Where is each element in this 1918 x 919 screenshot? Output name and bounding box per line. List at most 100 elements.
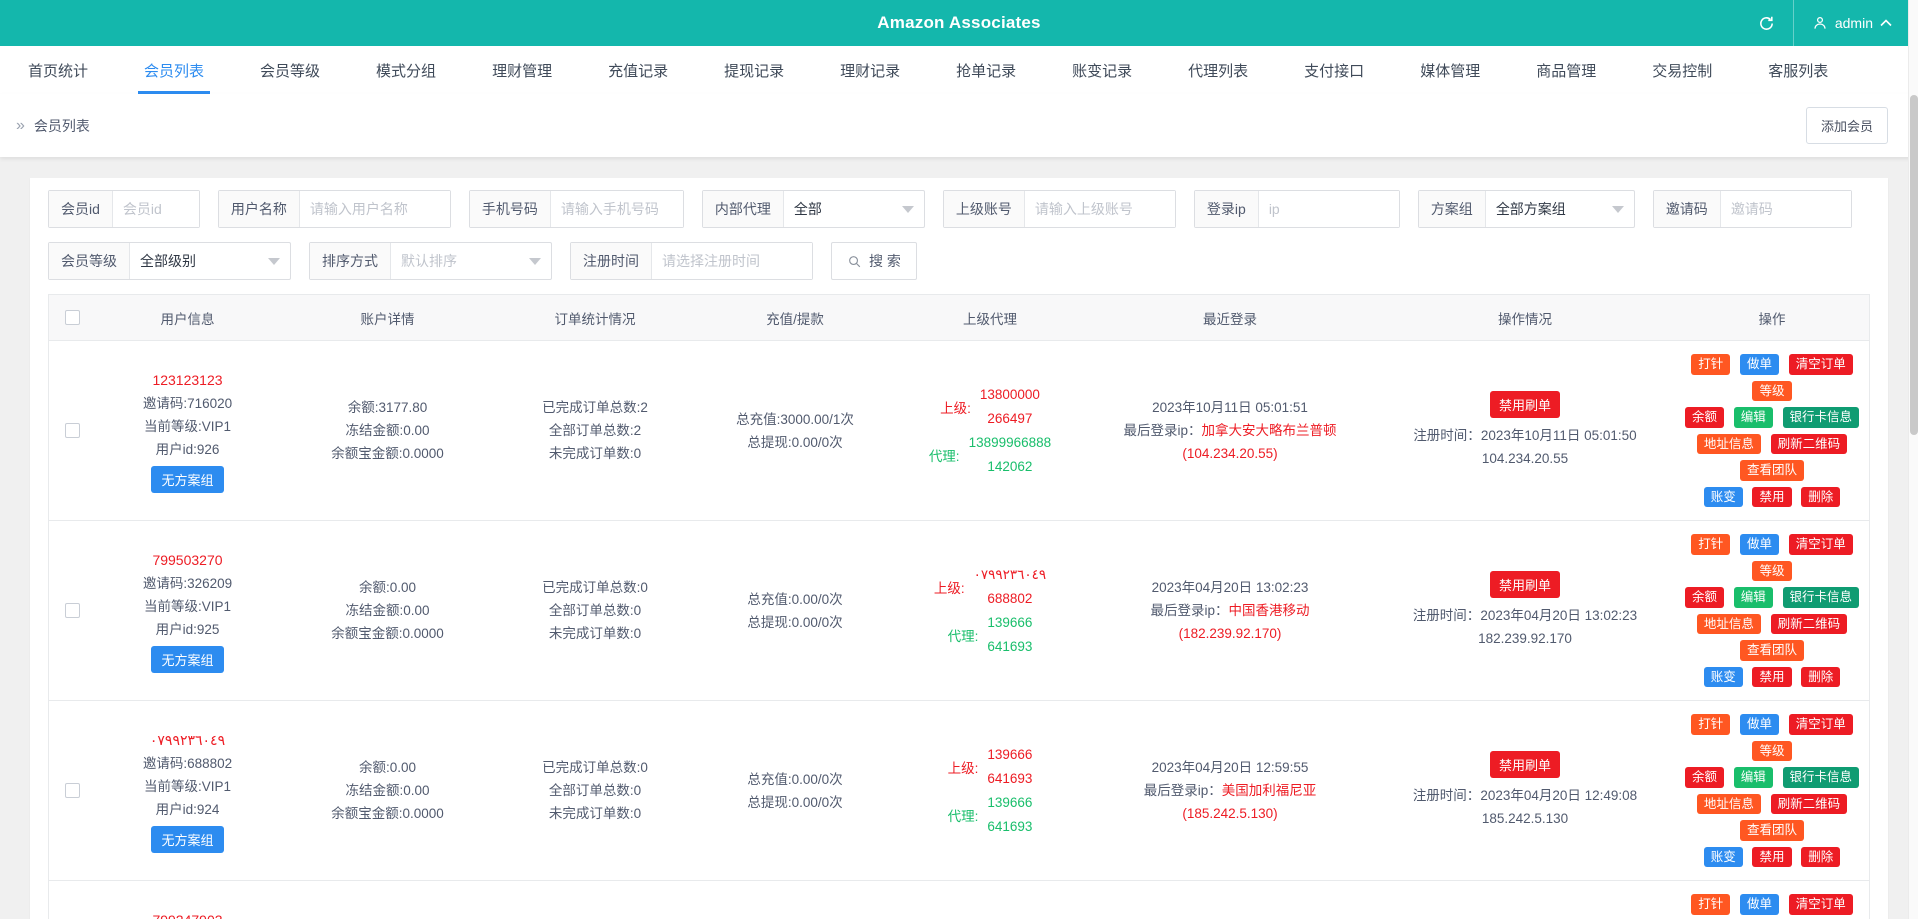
scrollbar-thumb[interactable] [1910,95,1918,435]
row-checkbox[interactable] [65,783,80,798]
col-header-account: 账户详情 [280,308,495,328]
member-level: 当前等级:VIP1 [99,415,276,438]
header-actions: admin [1741,0,1918,46]
nav-tab[interactable]: 理财记录 [812,46,928,94]
user-menu[interactable]: admin [1812,15,1892,31]
action-button[interactable]: 删除 [1801,847,1840,868]
nav-tab[interactable]: 媒体管理 [1392,46,1508,94]
nav-tab[interactable]: 提现记录 [696,46,812,94]
action-button[interactable]: 做单 [1740,714,1779,735]
action-button[interactable]: 银行卡信息 [1783,767,1860,788]
action-button[interactable]: 查看团队 [1740,640,1804,661]
nav-tab[interactable]: 客服列表 [1740,46,1856,94]
plan-group-badge[interactable]: 无方案组 [151,646,223,673]
nav-tab[interactable]: 会员等级 [232,46,348,94]
action-button[interactable]: 余额 [1685,767,1724,788]
member-username[interactable]: ٠٧٩٩٢٣٦٠٤٩ [99,728,276,752]
select-all-checkbox[interactable] [65,310,80,325]
action-button[interactable]: 禁用 [1752,847,1791,868]
plan-group-badge[interactable]: 无方案组 [151,466,223,493]
nav-tab[interactable]: 模式分组 [348,46,464,94]
action-button[interactable]: 编辑 [1734,587,1773,608]
nav-tab[interactable]: 抢单记录 [928,46,1044,94]
action-button[interactable]: 地址信息 [1697,794,1761,815]
nav-tab[interactable]: 商品管理 [1508,46,1624,94]
action-button[interactable]: 刷新二维码 [1771,434,1848,455]
action-button[interactable]: 等级 [1752,741,1791,762]
invite-code: 邀请码:326209 [99,572,276,595]
last-login-location: 加拿大安大略布兰普顿 [1202,423,1337,438]
action-button[interactable]: 禁用 [1752,487,1791,508]
orders-undone: 未完成订单数:0 [499,802,691,825]
add-member-button[interactable]: 添加会员 [1806,107,1888,144]
action-button[interactable]: 做单 [1740,534,1779,555]
nav-tab[interactable]: 会员列表 [116,46,232,94]
orders-undone: 未完成订单数:0 [499,622,691,645]
nav-tab[interactable]: 账变记录 [1044,46,1160,94]
action-button[interactable]: 账变 [1704,847,1743,868]
sort-select[interactable]: 默认排序 [391,243,551,279]
action-button[interactable]: 清空订单 [1789,894,1853,915]
action-button[interactable]: 余额 [1685,587,1724,608]
action-button[interactable]: 余额 [1685,407,1724,428]
action-button[interactable]: 打针 [1691,894,1730,915]
member-username[interactable]: 123123123 [99,368,276,392]
action-button[interactable]: 做单 [1740,894,1779,915]
action-button[interactable]: 做单 [1740,354,1779,375]
nav-tab[interactable]: 理财管理 [464,46,580,94]
nav-tab[interactable]: 充值记录 [580,46,696,94]
search-button[interactable]: 搜 索 [831,242,917,280]
action-button[interactable]: 删除 [1801,487,1840,508]
action-button[interactable]: 清空订单 [1789,354,1853,375]
username-input[interactable] [300,191,450,227]
action-button[interactable]: 刷新二维码 [1771,794,1848,815]
action-button[interactable]: 查看团队 [1740,460,1804,481]
nav-tab[interactable]: 首页统计 [0,46,116,94]
member-username[interactable]: 799503270 [99,548,276,572]
header-divider [1793,0,1794,46]
orders-total: 全部订单总数:0 [499,599,691,622]
action-button[interactable]: 打针 [1691,714,1730,735]
action-button[interactable]: 查看团队 [1740,820,1804,841]
nav-tab[interactable]: 交易控制 [1624,46,1740,94]
action-button[interactable]: 禁用 [1752,667,1791,688]
action-button[interactable]: 账变 [1704,487,1743,508]
action-button[interactable]: 清空订单 [1789,534,1853,555]
balance: 余额:0.00 [284,576,491,599]
filter-label: 会员id [49,191,113,227]
member-username[interactable]: 799247903 [99,908,276,919]
plan-group-badge[interactable]: 无方案组 [151,826,223,853]
member-level-select[interactable]: 全部级别 [130,243,290,279]
action-button[interactable]: 等级 [1752,381,1791,402]
member-id-input[interactable] [113,191,199,227]
row-checkbox[interactable] [65,423,80,438]
action-button[interactable]: 打针 [1691,354,1730,375]
action-button[interactable]: 地址信息 [1697,434,1761,455]
login-ip-input[interactable] [1259,191,1399,227]
action-button[interactable]: 清空订单 [1789,714,1853,735]
action-button[interactable]: 账变 [1704,667,1743,688]
reg-time-input[interactable] [652,243,812,279]
action-button[interactable]: 地址信息 [1697,614,1761,635]
nav-tab[interactable]: 代理列表 [1160,46,1276,94]
total-recharge: 总充值:0.00/0次 [699,588,891,611]
scrollbar[interactable] [1908,0,1918,919]
action-button[interactable]: 删除 [1801,667,1840,688]
action-button[interactable]: 银行卡信息 [1783,587,1860,608]
member-row: 799503270 邀请码:326209 当前等级:VIP1 用户id:925 … [49,521,1869,701]
parent-account-input[interactable] [1025,191,1175,227]
refresh-button[interactable] [1741,0,1793,46]
action-button[interactable]: 编辑 [1734,767,1773,788]
col-header-actions: 操作 [1675,308,1869,328]
plan-group-select[interactable]: 全部方案组 [1486,191,1634,227]
row-checkbox[interactable] [65,603,80,618]
action-button[interactable]: 刷新二维码 [1771,614,1848,635]
action-button[interactable]: 编辑 [1734,407,1773,428]
internal-agent-select[interactable]: 全部 [784,191,924,227]
phone-input[interactable] [551,191,683,227]
action-button[interactable]: 等级 [1752,561,1791,582]
action-button[interactable]: 银行卡信息 [1783,407,1860,428]
invite-code-input[interactable] [1721,191,1851,227]
action-button[interactable]: 打针 [1691,534,1730,555]
nav-tab[interactable]: 支付接口 [1276,46,1392,94]
